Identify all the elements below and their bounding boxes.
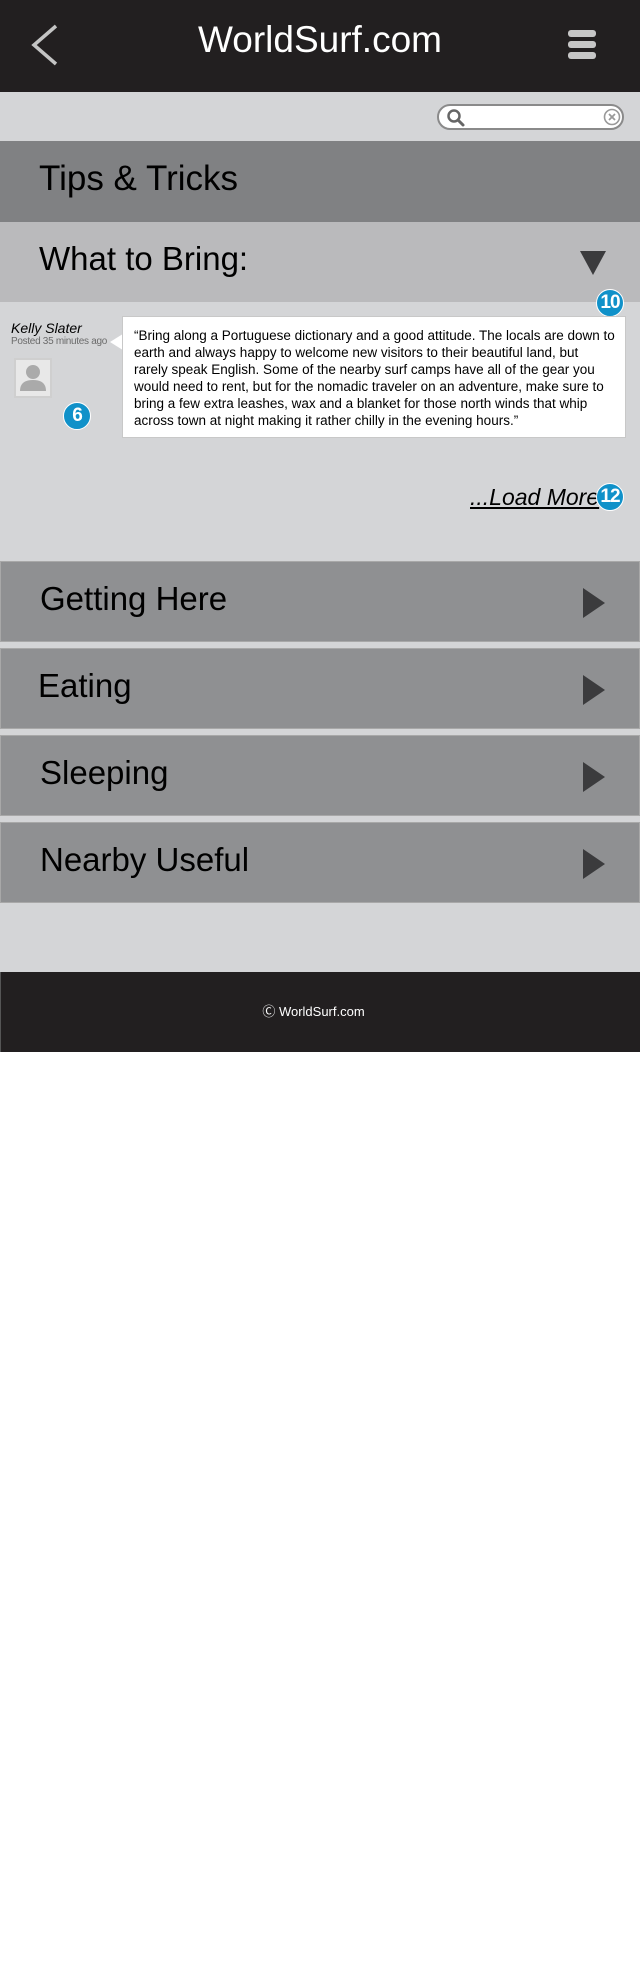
search-box[interactable] [437, 104, 624, 130]
triangle-right-icon [583, 675, 605, 705]
tips-tricks-header: Tips & Tricks [0, 141, 640, 222]
section-sleeping[interactable]: Sleeping [0, 735, 640, 816]
section-title: Nearby Useful [40, 841, 250, 878]
back-button[interactable] [26, 22, 66, 68]
copyright-text: Ⓒ WorldSurf.com [262, 1004, 365, 1019]
triangle-right-icon [583, 849, 605, 879]
load-more-badge: 12 [596, 483, 624, 511]
avatar[interactable] [14, 358, 52, 398]
load-more-link[interactable]: ...Load More [470, 484, 599, 511]
comment-author[interactable]: Kelly Slater [11, 320, 82, 336]
section-nearby-useful[interactable]: Nearby Useful [0, 822, 640, 903]
user-icon [20, 365, 46, 391]
site-title: WorldSurf.com [198, 19, 442, 60]
accordion-title: What to Bring: [39, 240, 249, 277]
hamburger-menu-icon [568, 30, 596, 37]
search-icon [447, 109, 465, 127]
app-header: WorldSurf.com [0, 0, 640, 92]
search-input[interactable] [467, 108, 595, 126]
comment-bubble: “Bring along a Portuguese dictionary and… [122, 316, 626, 438]
what-to-bring-accordion[interactable]: What to Bring: [0, 222, 640, 302]
comment-text: “Bring along a Portuguese dictionary and… [134, 328, 615, 428]
section-title: Eating [38, 667, 132, 704]
clear-icon[interactable] [603, 108, 621, 126]
section-heading: Tips & Tricks [39, 159, 238, 198]
footer: Ⓒ WorldSurf.com [0, 972, 640, 1052]
section-eating[interactable]: Eating [0, 648, 640, 729]
chevron-left-icon [31, 24, 58, 66]
section-getting-here[interactable]: Getting Here [0, 561, 640, 642]
menu-button[interactable] [568, 30, 598, 60]
comment-timestamp: Posted 35 minutes ago [11, 336, 107, 347]
section-title: Sleeping [40, 754, 169, 791]
author-badge: 6 [63, 402, 91, 430]
triangle-down-icon[interactable] [580, 251, 606, 275]
triangle-right-icon [583, 762, 605, 792]
triangle-right-icon [583, 588, 605, 618]
section-title: Getting Here [40, 580, 228, 617]
comment-count-badge: 10 [596, 289, 624, 317]
